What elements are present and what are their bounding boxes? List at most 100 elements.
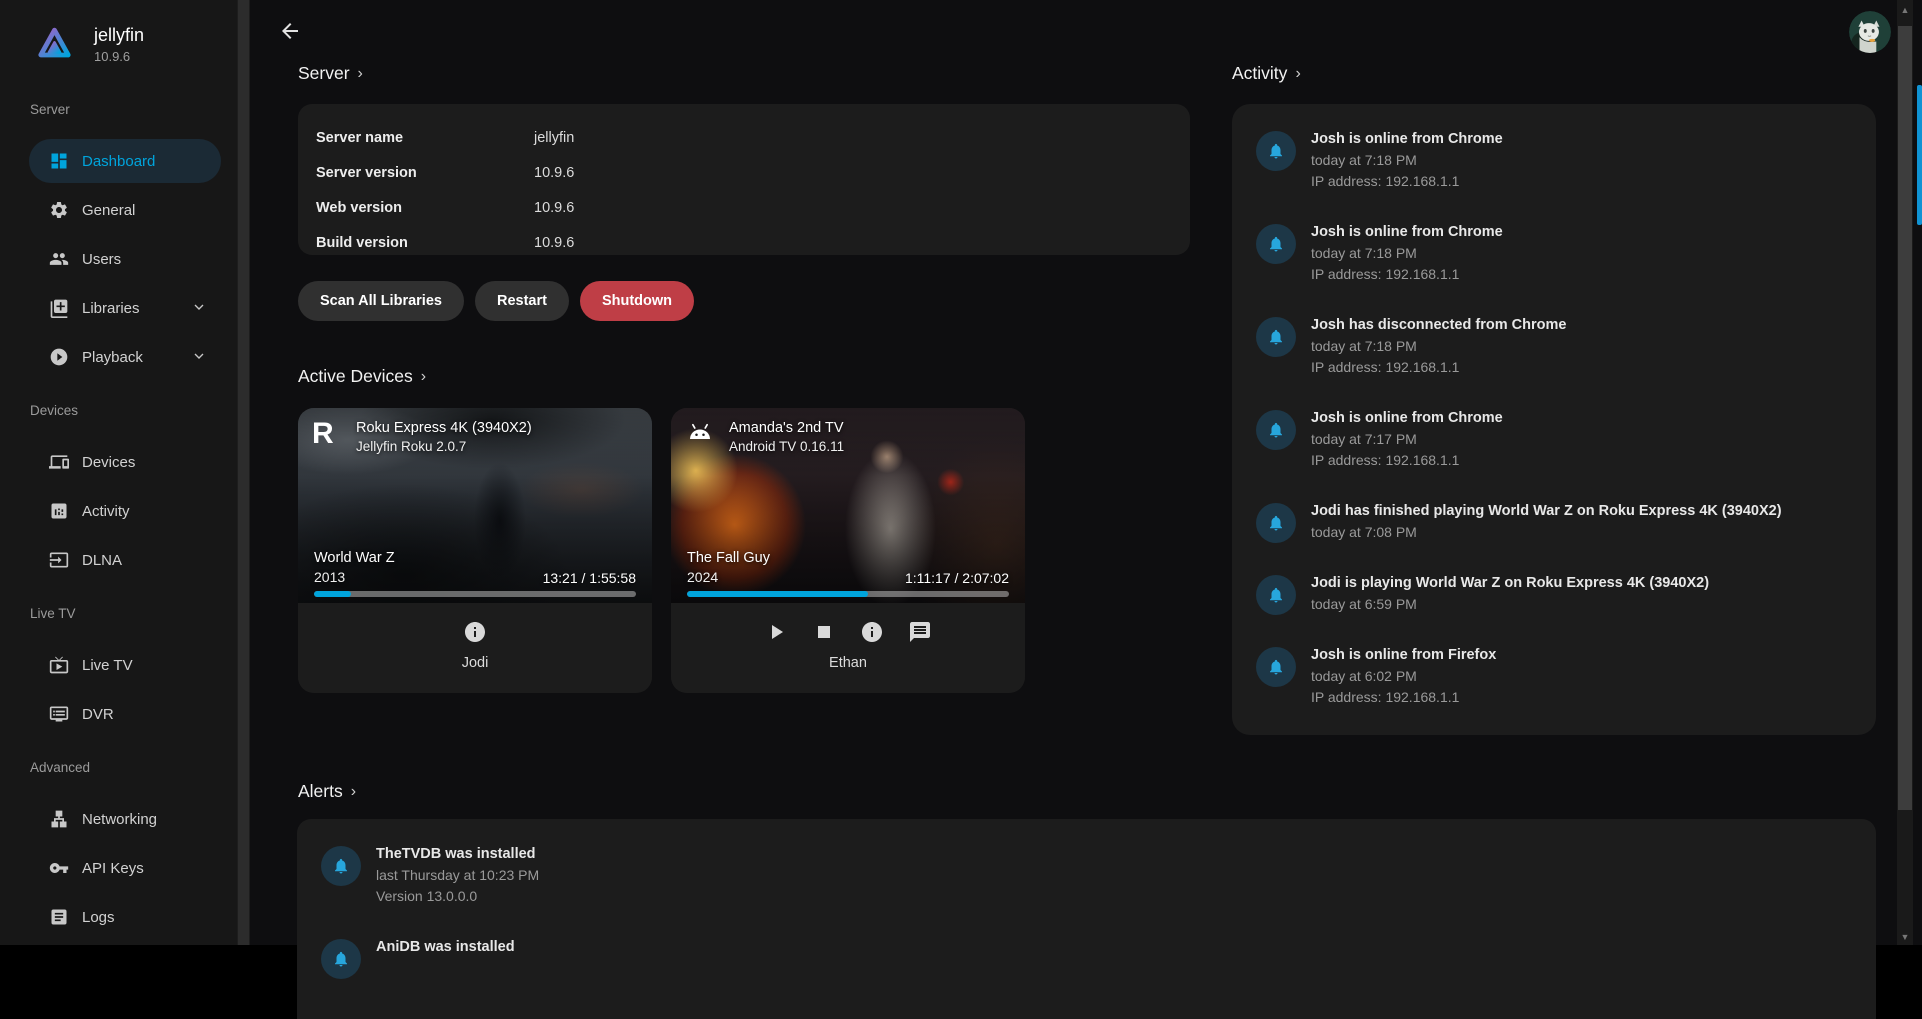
server-section-header[interactable]: Server › bbox=[298, 63, 363, 84]
network-icon bbox=[49, 809, 69, 829]
media-year: 2024 bbox=[687, 568, 770, 586]
chevron-right-icon: › bbox=[351, 783, 356, 801]
info-icon bbox=[463, 620, 487, 644]
session-play-button[interactable] bbox=[763, 619, 789, 645]
library-add-icon bbox=[49, 298, 69, 318]
sidebar-item-dlna[interactable]: DLNA bbox=[29, 538, 221, 582]
activity-entry[interactable]: Josh is online from Chrome today at 7:18… bbox=[1232, 114, 1876, 207]
alert-time: last Thursday at 10:23 PM bbox=[376, 865, 539, 886]
shutdown-button[interactable]: Shutdown bbox=[580, 281, 694, 321]
activity-time: today at 7:08 PM bbox=[1311, 522, 1782, 543]
scrollbar-up-arrow[interactable]: ▲ bbox=[1897, 4, 1913, 16]
activity-entry[interactable]: Josh is online from Firefox today at 6:0… bbox=[1232, 630, 1876, 723]
activity-title: Josh is online from Firefox bbox=[1311, 645, 1496, 666]
sidebar-scrollbar-thumb[interactable] bbox=[238, 0, 249, 945]
session-card-android-tv[interactable]: Amanda's 2nd TV Android TV 0.16.11 The F… bbox=[671, 408, 1025, 693]
activity-entry[interactable]: Josh is online from Chrome today at 7:18… bbox=[1232, 207, 1876, 300]
session-user-name: Jodi bbox=[462, 655, 489, 671]
scan-all-libraries-button[interactable]: Scan All Libraries bbox=[298, 281, 464, 321]
users-icon bbox=[49, 249, 69, 269]
user-avatar[interactable] bbox=[1849, 11, 1891, 53]
sidebar-item-live-tv[interactable]: Live TV bbox=[29, 643, 221, 687]
sidebar-item-dvr[interactable]: DVR bbox=[29, 692, 221, 736]
session-backdrop-the-fall-guy: Amanda's 2nd TV Android TV 0.16.11 The F… bbox=[671, 408, 1025, 603]
activity-ip: IP address: 192.168.1.1 bbox=[1311, 264, 1503, 285]
sidebar-scrollbar[interactable] bbox=[237, 0, 250, 945]
page-scrollbar-thumb[interactable] bbox=[1898, 26, 1912, 810]
session-info-button[interactable] bbox=[462, 619, 488, 645]
analytics-icon bbox=[49, 501, 69, 521]
restart-button[interactable]: Restart bbox=[475, 281, 569, 321]
sidebar-item-libraries[interactable]: Libraries bbox=[29, 286, 221, 330]
server-name-label: Server name bbox=[316, 130, 534, 146]
sidebar-item-label: Playback bbox=[82, 349, 143, 366]
device-name: Roku Express 4K (3940X2) bbox=[356, 419, 532, 438]
activity-time: today at 7:18 PM bbox=[1311, 243, 1503, 264]
activity-title: Josh is online from Chrome bbox=[1311, 408, 1503, 429]
active-devices-header[interactable]: Active Devices › bbox=[298, 366, 426, 387]
chevron-down-icon bbox=[191, 299, 207, 318]
bell-icon bbox=[1256, 575, 1296, 615]
sidebar-item-logs[interactable]: Logs bbox=[29, 895, 221, 939]
activity-ip: IP address: 192.168.1.1 bbox=[1311, 687, 1496, 708]
window-scrollbar-thumb[interactable] bbox=[1917, 85, 1922, 225]
activity-section-header[interactable]: Activity › bbox=[1232, 63, 1301, 84]
sidebar-item-devices[interactable]: Devices bbox=[29, 440, 221, 484]
alerts-section-header[interactable]: Alerts › bbox=[298, 781, 356, 802]
page-scrollbar[interactable]: ▲ ▼ bbox=[1897, 0, 1913, 945]
sidebar-item-general[interactable]: General bbox=[29, 188, 221, 232]
bell-icon bbox=[1256, 224, 1296, 264]
session-info-button[interactable] bbox=[859, 619, 885, 645]
activity-entry[interactable]: Josh has disconnected from Chrome today … bbox=[1232, 300, 1876, 393]
dashboard-icon bbox=[49, 151, 69, 171]
nav-section-devices: Devices bbox=[30, 403, 237, 421]
bell-icon bbox=[1256, 503, 1296, 543]
activity-time: today at 6:02 PM bbox=[1311, 666, 1496, 687]
app-version: 10.9.6 bbox=[94, 49, 144, 64]
sidebar: jellyfin 10.9.6 Server Dashboard General… bbox=[0, 0, 237, 945]
activity-entry[interactable]: Jodi has finished playing World War Z on… bbox=[1232, 486, 1876, 558]
activity-time: today at 7:18 PM bbox=[1311, 336, 1566, 357]
sidebar-item-api-keys[interactable]: API Keys bbox=[29, 846, 221, 890]
live-tv-icon bbox=[49, 655, 69, 675]
sidebar-item-playback[interactable]: Playback bbox=[29, 335, 221, 379]
alert-detail: Version 13.0.0.0 bbox=[376, 886, 539, 907]
alert-entry[interactable]: AniDB was installed bbox=[297, 922, 1876, 994]
sidebar-item-dashboard[interactable]: Dashboard bbox=[29, 139, 221, 183]
activity-ip: IP address: 192.168.1.1 bbox=[1311, 450, 1503, 471]
activity-entry[interactable]: Jodi is playing World War Z on Roku Expr… bbox=[1232, 558, 1876, 630]
server-version-label: Server version bbox=[316, 165, 534, 181]
sidebar-item-label: Libraries bbox=[82, 300, 140, 317]
bell-icon bbox=[321, 939, 361, 979]
activity-entry[interactable]: Josh is online from Chrome today at 7:17… bbox=[1232, 393, 1876, 486]
sidebar-item-label: Live TV bbox=[82, 657, 133, 674]
scrollbar-down-arrow[interactable]: ▼ bbox=[1897, 931, 1913, 943]
bell-icon bbox=[1256, 317, 1296, 357]
server-version-row: Server version 10.9.6 bbox=[316, 155, 1166, 190]
alert-entry[interactable]: TheTVDB was installed last Thursday at 1… bbox=[297, 829, 1876, 922]
sidebar-item-networking[interactable]: Networking bbox=[29, 797, 221, 841]
info-icon bbox=[860, 620, 884, 644]
playback-position: 1:11:17 / 2:07:02 bbox=[905, 570, 1009, 586]
sidebar-item-users[interactable]: Users bbox=[29, 237, 221, 281]
kitten-avatar-image bbox=[1849, 11, 1891, 53]
bell-icon bbox=[1256, 647, 1296, 687]
sidebar-item-label: Devices bbox=[82, 454, 135, 471]
alert-title: TheTVDB was installed bbox=[376, 844, 539, 865]
active-devices-title: Active Devices bbox=[298, 366, 413, 387]
session-card-footer: Ethan bbox=[671, 603, 1025, 693]
jellyfin-logo-icon bbox=[36, 25, 73, 62]
session-card-roku[interactable]: R Roku Express 4K (3940X2) Jellyfin Roku… bbox=[298, 408, 652, 693]
devices-icon bbox=[49, 452, 69, 472]
sidebar-item-label: Users bbox=[82, 251, 121, 268]
server-section-title: Server bbox=[298, 63, 350, 84]
session-message-button[interactable] bbox=[907, 619, 933, 645]
session-stop-button[interactable] bbox=[811, 619, 837, 645]
sidebar-item-label: Networking bbox=[82, 811, 157, 828]
session-card-footer: Jodi bbox=[298, 603, 652, 693]
android-logo-icon bbox=[685, 419, 723, 456]
back-button[interactable] bbox=[278, 19, 304, 45]
nav-section-live-tv: Live TV bbox=[30, 606, 237, 624]
sidebar-item-activity[interactable]: Activity bbox=[29, 489, 221, 533]
media-title: World War Z bbox=[314, 549, 395, 568]
